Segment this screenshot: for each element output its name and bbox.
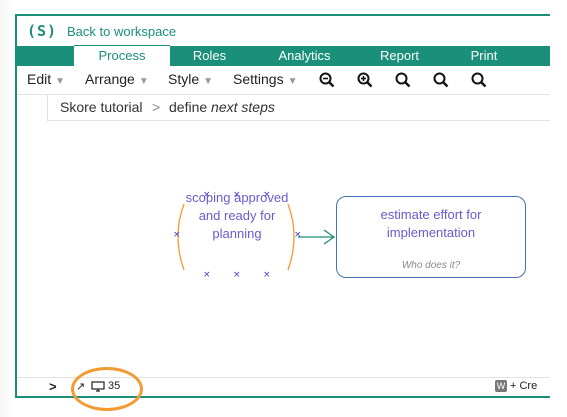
node-b-line-2: implementation <box>386 225 476 240</box>
resize-handle-icon[interactable]: × <box>263 190 271 200</box>
node-b-line-1: estimate effort for <box>380 207 482 222</box>
node-a-line-2: and ready for <box>198 208 276 223</box>
node-a-line-3: planning <box>212 226 262 241</box>
resize-handle-icon[interactable]: × <box>233 270 241 280</box>
resize-handle-icon[interactable]: × <box>203 190 211 200</box>
resize-handle-icon[interactable]: × <box>233 190 241 200</box>
node-estimate-effort[interactable]: estimate effort for implementation Who d… <box>336 196 526 278</box>
resize-handle-icon[interactable]: × <box>203 270 211 280</box>
node-b-title: estimate effort for implementation <box>337 206 525 242</box>
highlight-circle <box>71 367 143 411</box>
resize-handle-icon[interactable]: × <box>173 230 181 240</box>
resize-handle-icon[interactable]: × <box>294 230 302 240</box>
node-b-who-label[interactable]: Who does it? <box>337 260 525 271</box>
resize-handle-icon[interactable]: × <box>263 270 271 280</box>
